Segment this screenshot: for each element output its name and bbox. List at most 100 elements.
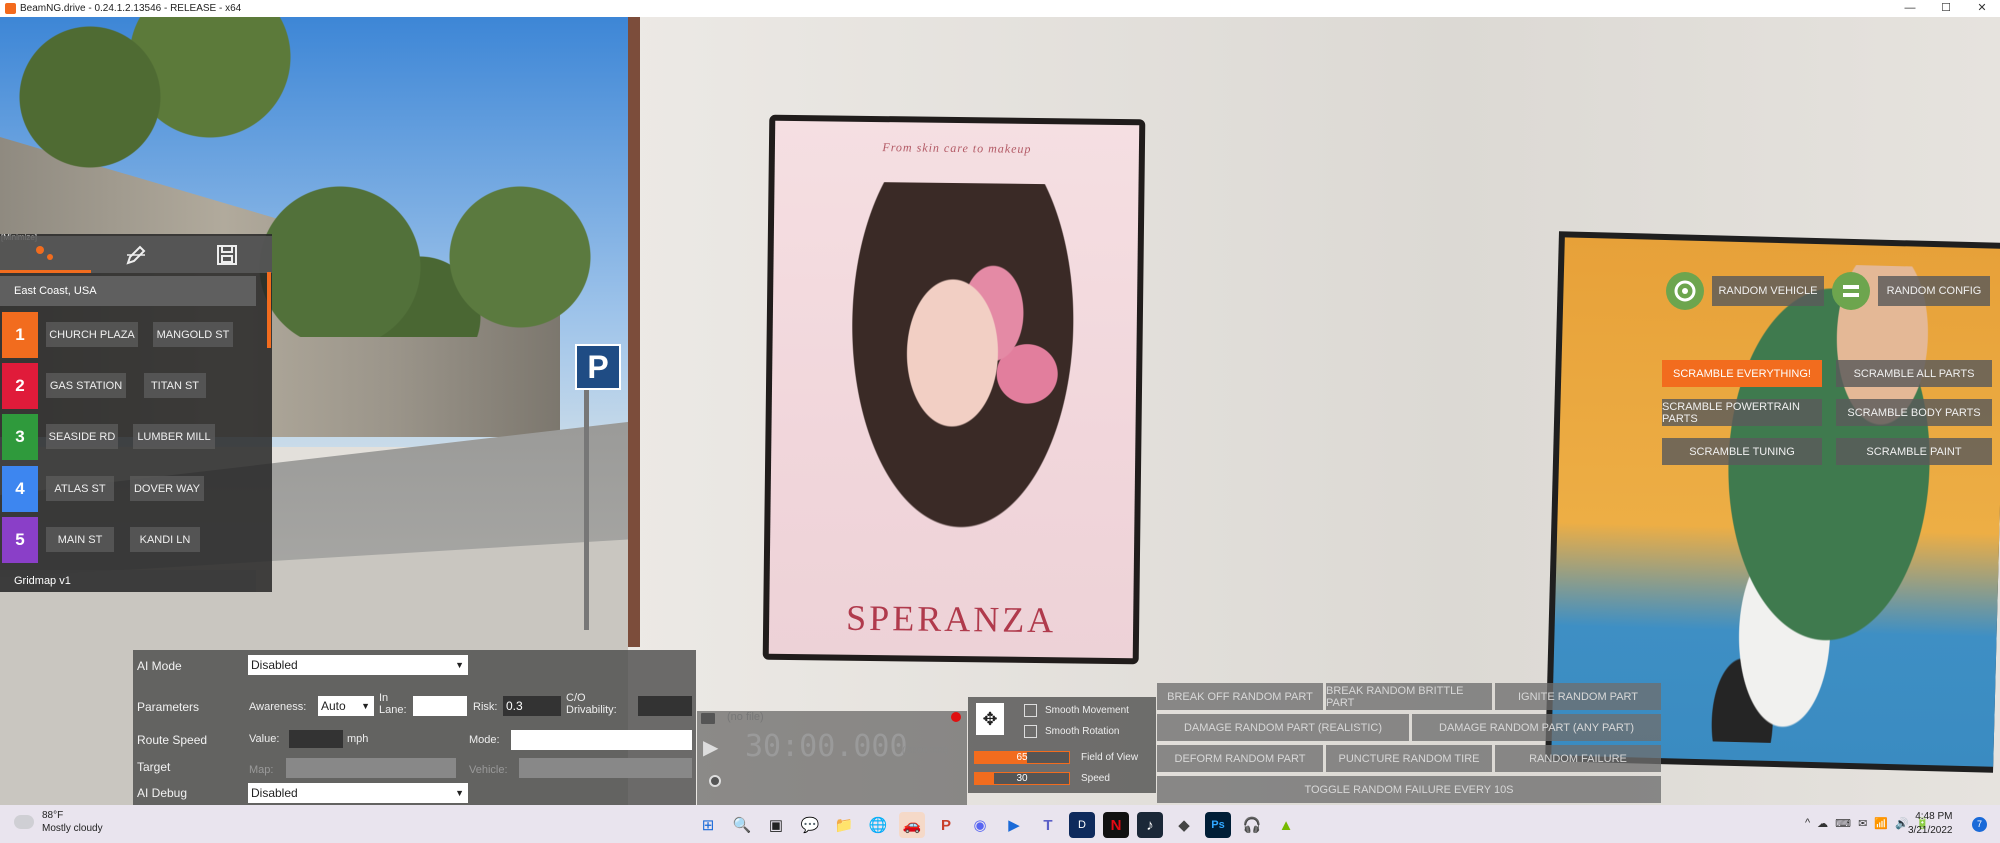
powerpoint-icon[interactable]: P	[933, 812, 959, 838]
ignite-random-part-button[interactable]: IGNITE RANDOM PART	[1495, 683, 1661, 710]
smooth-rotation-checkbox[interactable]	[1024, 725, 1037, 738]
notification-badge[interactable]: 7	[1972, 817, 1987, 832]
damage-random-part-realistic-button[interactable]: DAMAGE RANDOM PART (REALISTIC)	[1157, 714, 1409, 741]
keyboard-icon[interactable]: ⌨	[1835, 817, 1851, 830]
photoshop-icon[interactable]: Ps	[1205, 812, 1231, 838]
risk-input[interactable]: 0.3	[503, 696, 561, 716]
target-vehicle-input[interactable]	[519, 758, 692, 778]
beamng-taskbar-icon[interactable]: 🚗	[899, 812, 925, 838]
quick-travel-tabs	[0, 236, 272, 273]
random-config-button[interactable]: RANDOM CONFIG	[1878, 276, 1990, 306]
in-lane-input[interactable]	[413, 696, 467, 716]
break-off-random-part-button[interactable]: BREAK OFF RANDOM PART	[1157, 683, 1323, 710]
folder-icon[interactable]	[701, 713, 715, 724]
tab-edit[interactable]	[91, 236, 182, 273]
target-label: Target	[137, 760, 171, 774]
random-vehicle-button[interactable]: RANDOM VEHICLE	[1712, 276, 1824, 306]
awareness-select[interactable]: Auto ▼	[318, 696, 374, 716]
speed-slider[interactable]: 30	[974, 772, 1070, 785]
music-icon[interactable]: ♪	[1137, 812, 1163, 838]
window-controls: — ☐ ✕	[1892, 0, 2000, 17]
search-icon[interactable]: 🔍	[729, 812, 755, 838]
tab-locations[interactable]	[0, 236, 91, 273]
damage-random-part-any-button[interactable]: DAMAGE RANDOM PART (ANY PART)	[1412, 714, 1661, 741]
route-speed-input[interactable]	[289, 730, 343, 748]
onedrive-icon[interactable]: ☁	[1817, 817, 1828, 830]
fov-slider[interactable]: 65	[974, 751, 1070, 764]
wifi-icon[interactable]: 📶	[1874, 817, 1888, 830]
scramble-body-button[interactable]: SCRAMBLE BODY PARTS	[1836, 399, 1992, 426]
replay-file-label: (no file)	[727, 711, 764, 723]
replay-time: 30:00.000	[745, 729, 908, 764]
puncture-random-tire-button[interactable]: PUNCTURE RANDOM TIRE	[1326, 745, 1492, 772]
nvidia-icon[interactable]: ▲	[1273, 812, 1299, 838]
play-icon[interactable]: ▶	[703, 735, 718, 760]
close-window-button[interactable]: ✕	[1964, 0, 2000, 17]
headset-icon[interactable]: 🎧	[1239, 812, 1265, 838]
target-map-input[interactable]	[286, 758, 456, 778]
random-vehicle-icon[interactable]	[1666, 272, 1704, 310]
tray-chevron-icon[interactable]: ^	[1805, 817, 1810, 830]
toggle-random-failure-button[interactable]: TOGGLE RANDOM FAILURE EVERY 10S	[1157, 776, 1661, 803]
mail-icon[interactable]: ✉	[1858, 817, 1867, 830]
tab-save[interactable]	[181, 236, 272, 273]
church-plaza-button[interactable]: CHURCH PLAZA	[46, 322, 138, 347]
taskbar: 88°F Mostly cloudy ⊞ 🔍 ▣ 💬 📁 🌐 🚗 P ◉ ▶ T…	[0, 805, 2000, 843]
gas-station-button[interactable]: GAS STATION	[46, 373, 126, 398]
route-speed-label: Route Speed	[137, 733, 208, 747]
scramble-paint-button[interactable]: SCRAMBLE PAINT	[1836, 438, 1992, 465]
discord-icon[interactable]: ◉	[967, 812, 993, 838]
netflix-icon[interactable]: N	[1103, 812, 1129, 838]
speranza-poster: From skin care to makeup SPERANZA	[762, 114, 1146, 665]
row-number: 1	[2, 312, 38, 358]
scrollbar[interactable]	[267, 272, 271, 348]
lumber-mill-button[interactable]: LUMBER MILL	[133, 424, 215, 449]
titan-st-button[interactable]: TITAN ST	[144, 373, 206, 398]
record-icon[interactable]	[951, 712, 961, 722]
deform-random-part-button[interactable]: DEFORM RANDOM PART	[1157, 745, 1323, 772]
route-mode-input[interactable]	[511, 730, 692, 750]
task-view-icon[interactable]: ▣	[763, 812, 789, 838]
scramble-powertrain-button[interactable]: SCRAMBLE POWERTRAIN PARTS	[1662, 399, 1822, 426]
cloud-icon	[14, 815, 34, 829]
dover-way-button[interactable]: DOVER WAY	[130, 476, 204, 501]
volume-icon[interactable]: 🔊	[1895, 817, 1909, 830]
scramble-tuning-button[interactable]: SCRAMBLE TUNING	[1662, 438, 1822, 465]
location-title: East Coast, USA	[0, 276, 256, 306]
replay-scrubber[interactable]	[709, 775, 721, 787]
smooth-movement-checkbox[interactable]	[1024, 704, 1037, 717]
unity-icon[interactable]: ◆	[1171, 812, 1197, 838]
scramble-all-parts-button[interactable]: SCRAMBLE ALL PARTS	[1836, 360, 1992, 387]
quick-travel-row: 1 CHURCH PLAZA MANGOLD ST	[0, 312, 256, 358]
scramble-everything-button[interactable]: SCRAMBLE EVERYTHING!	[1662, 360, 1822, 387]
teams-icon[interactable]: T	[1035, 812, 1061, 838]
mangold-st-button[interactable]: MANGOLD ST	[153, 322, 233, 347]
start-icon[interactable]: ⊞	[695, 812, 721, 838]
speed-value: 30	[1016, 773, 1028, 784]
co-drivability-input[interactable]	[638, 696, 692, 716]
minimize-window-button[interactable]: —	[1892, 0, 1928, 17]
browser-icon[interactable]: 🌐	[865, 812, 891, 838]
weather-widget[interactable]: 88°F Mostly cloudy	[14, 809, 103, 835]
file-explorer-icon[interactable]: 📁	[831, 812, 857, 838]
drone-camera-icon[interactable]: ✥	[976, 703, 1004, 735]
main-st-button[interactable]: MAIN ST	[46, 527, 114, 552]
chat-icon[interactable]: 💬	[797, 812, 823, 838]
break-random-brittle-part-button[interactable]: BREAK RANDOM BRITTLE PART	[1326, 683, 1492, 710]
random-config-icon[interactable]	[1832, 272, 1870, 310]
value-label: Value:	[249, 733, 280, 745]
atlas-st-button[interactable]: ATLAS ST	[46, 476, 114, 501]
fov-label: Field of View	[1081, 752, 1139, 763]
media-player-icon[interactable]: ▶	[1001, 812, 1027, 838]
clock[interactable]: 4:48 PM 3/21/2022	[1908, 810, 1953, 838]
weather-temp: 88°F	[42, 810, 64, 821]
ai-debug-select[interactable]: Disabled ▼	[248, 783, 468, 803]
seaside-rd-button[interactable]: SEASIDE RD	[46, 424, 118, 449]
maximize-window-button[interactable]: ☐	[1928, 0, 1964, 17]
kandi-ln-button[interactable]: KANDI LN	[130, 527, 200, 552]
ai-mode-select[interactable]: Disabled ▼	[248, 655, 468, 675]
random-failure-button[interactable]: RANDOM FAILURE	[1495, 745, 1661, 772]
smooth-movement-label: Smooth Movement	[1045, 705, 1129, 716]
disney-icon[interactable]: D	[1069, 812, 1095, 838]
co-drivability-label: C/O Drivability:	[566, 692, 617, 716]
